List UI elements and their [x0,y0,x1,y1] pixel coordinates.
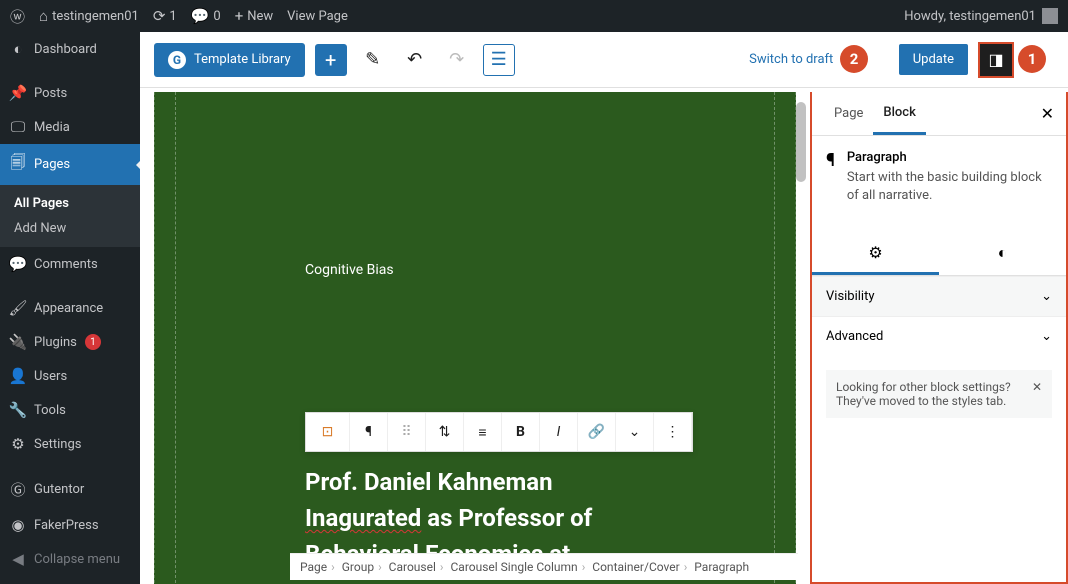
chevron-down-icon: ⌄ [1041,289,1052,304]
new-content[interactable]: +New [235,7,273,25]
close-notice-button[interactable]: ✕ [1032,380,1042,408]
wrench-icon: 🔧 [10,401,26,419]
bold-button[interactable]: B [502,413,540,451]
brush-icon: 🖌 [10,299,26,317]
comments-count[interactable]: 💬0 [191,7,221,25]
edit-mode-button[interactable]: ✎ [357,44,389,76]
update-button[interactable]: Update [899,44,968,75]
redo-button[interactable]: ↷ [441,44,473,76]
contrast-icon: ◐ [998,243,1008,265]
page-icon: 🗐 [10,152,26,177]
plugins-badge: 1 [85,334,101,350]
avatar[interactable] [1042,8,1058,24]
panel-visibility[interactable]: Visibility⌄ [812,276,1066,316]
block-breadcrumb[interactable]: Page› Group› Carousel› Carousel Single C… [290,553,798,580]
sidebar-item-plugins[interactable]: 🔌Plugins1 [0,325,140,359]
editor-canvas[interactable]: Cognitive Bias ⊡ ¶ ⠿ ⇅ ≡ B I 🔗 ⌄ ⋮ [140,88,810,584]
sidebar-item-users[interactable]: 👤Users [0,359,140,393]
annotation-1: 1 [1018,45,1046,73]
sidebar-item-dashboard[interactable]: ◐Dashboard [0,32,140,66]
admin-sidebar: ◐Dashboard 📌Posts 🖵Media 🗐Pages All Page… [0,32,140,584]
pin-icon: 📌 [10,84,26,102]
annotation-2: 2 [840,45,868,73]
howdy-text[interactable]: Howdy, testingemen01 [904,9,1036,24]
editor-toolbar: GTemplate Library + ✎ ↶ ↷ ☰ Switch to dr… [140,32,1068,88]
styles-subtab[interactable]: ◐ [939,233,1066,275]
add-block-button[interactable]: + [315,44,347,76]
align-button[interactable]: ≡ [464,413,502,451]
drag-handle[interactable]: ⠿ [388,413,426,451]
block-name: Paragraph [847,150,1052,165]
paragraph-type-button[interactable]: ¶ [350,413,388,451]
sidebar-item-gutentor[interactable]: ⒼGutentor [0,471,140,508]
settings-inspector: Page Block ✕ ¶ Paragraph Start with the … [810,92,1068,584]
sidebar-item-pages[interactable]: 🗐Pages [0,144,140,185]
undo-button[interactable]: ↶ [399,44,431,76]
cover-block[interactable]: Cognitive Bias ⊡ ¶ ⠿ ⇅ ≡ B I 🔗 ⌄ ⋮ [154,92,796,584]
parent-selector-button[interactable]: ⊡ [306,413,350,451]
tab-page[interactable]: Page [824,92,873,135]
sidebar-item-posts[interactable]: 📌Posts [0,76,140,110]
italic-button[interactable]: I [540,413,578,451]
dashboard-icon: ◐ [10,40,26,58]
sidebar-submenu: All Pages Add New [0,185,140,247]
block-description: Start with the basic building block of a… [847,169,1052,205]
block-more-button[interactable]: ⋮ [654,413,692,451]
sidebar-item-collapse[interactable]: ◀Collapse menu [0,542,140,576]
paragraph-label[interactable]: Cognitive Bias [305,262,394,278]
sidebar-item-fakerpress[interactable]: ◉FakerPress [0,508,140,542]
plug-icon: 🔌 [10,333,26,351]
sidebar-item-settings[interactable]: ⚙Settings [0,427,140,461]
block-toolbar: ⊡ ¶ ⠿ ⇅ ≡ B I 🔗 ⌄ ⋮ [305,412,693,452]
editor-content: GTemplate Library + ✎ ↶ ↷ ☰ Switch to dr… [140,32,1068,584]
gear-icon: ⚙ [868,243,882,262]
tab-block[interactable]: Block [873,92,925,135]
template-library-button[interactable]: GTemplate Library [154,43,305,77]
settings-subtab[interactable]: ⚙ [812,233,939,275]
paragraph-icon: ¶ [826,150,835,205]
sliders-icon: ⚙ [10,435,26,453]
gutentor-icon: Ⓖ [10,479,26,500]
more-text-button[interactable]: ⌄ [616,413,654,451]
media-icon: 🖵 [10,118,26,136]
list-view-button[interactable]: ☰ [483,44,515,76]
target-icon: ◉ [10,516,26,534]
sidebar-sub-all-pages[interactable]: All Pages [0,191,140,216]
panel-advanced[interactable]: Advanced⌄ [812,316,1066,356]
gutentor-g-icon: G [168,51,186,69]
view-page-link[interactable]: View Page [287,9,348,24]
styles-notice: Looking for other block settings? They'v… [826,370,1052,418]
wp-logo[interactable]: ⓦ [10,6,25,27]
close-inspector-button[interactable]: ✕ [1041,104,1054,123]
updates-count[interactable]: ⟳1 [153,7,177,25]
sidebar-item-comments[interactable]: 💬Comments [0,247,140,281]
user-icon: 👤 [10,367,26,385]
sidebar-item-appearance[interactable]: 🖌Appearance [0,291,140,325]
link-button[interactable]: 🔗 [578,413,616,451]
sidebar-sub-add-new[interactable]: Add New [0,216,140,241]
sidebar-item-media[interactable]: 🖵Media [0,110,140,144]
chevron-down-icon: ⌄ [1041,329,1052,344]
site-name[interactable]: ⌂testingemen01 [39,7,139,25]
move-buttons[interactable]: ⇅ [426,413,464,451]
sidebar-item-tools[interactable]: 🔧Tools [0,393,140,427]
settings-toggle-button[interactable]: ◨ [978,42,1014,78]
comment-icon: 💬 [10,255,26,273]
switch-to-draft-button[interactable]: Switch to draft [749,52,833,67]
collapse-icon: ◀ [10,550,26,568]
scrollbar[interactable] [796,102,806,182]
admin-bar: ⓦ ⌂testingemen01 ⟳1 💬0 +New View Page Ho… [0,0,1068,32]
